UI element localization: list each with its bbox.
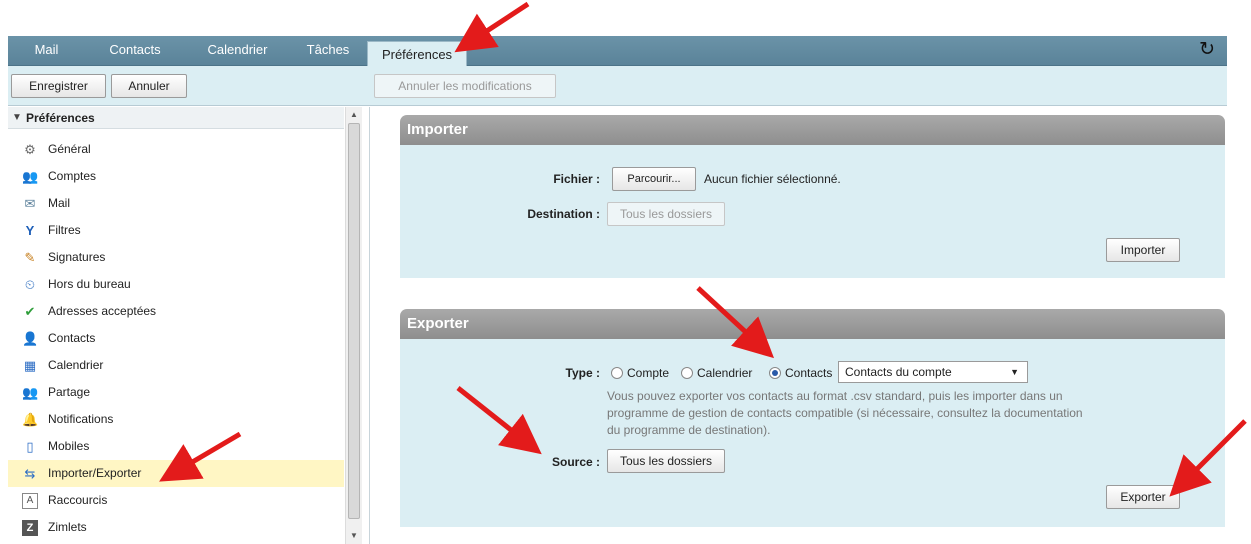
type-label: Type : bbox=[565, 366, 600, 380]
refresh-icon[interactable]: ↻ bbox=[1199, 39, 1215, 61]
sidebar-item-out-of-office[interactable]: ⏲ Hors du bureau bbox=[8, 271, 344, 298]
filter-icon: Y bbox=[25, 223, 35, 238]
save-button[interactable]: Enregistrer bbox=[11, 74, 106, 98]
import-panel-body: Fichier : Parcourir... Aucun fichier sél… bbox=[400, 145, 1225, 278]
sidebar-item-label: Filtres bbox=[48, 223, 81, 237]
keyboard-icon: A bbox=[22, 493, 38, 509]
sidebar-item-contacts[interactable]: 👤 Contacts bbox=[8, 325, 344, 352]
browse-button[interactable]: Parcourir... bbox=[612, 167, 696, 191]
help-line: du programme de destination). bbox=[607, 423, 771, 437]
destination-label: Destination : bbox=[527, 207, 600, 221]
sidebar-item-import-export[interactable]: ⇆ Importer/Exporter bbox=[8, 460, 344, 487]
sidebar-item-sharing[interactable]: 👥 Partage bbox=[8, 379, 344, 406]
import-export-icon: ⇆ bbox=[24, 466, 36, 481]
tab-preferences[interactable]: Préférences bbox=[367, 41, 467, 67]
app-tab-bar: Mail Contacts Calendrier Tâches Préféren… bbox=[8, 36, 1227, 67]
tab-mail[interactable]: Mail bbox=[8, 36, 85, 66]
contacts-format-select[interactable]: Contacts du compte ▼ bbox=[838, 361, 1028, 383]
collapse-triangle-icon[interactable]: ▼ bbox=[12, 107, 22, 129]
sidebar-scrollbar[interactable]: ▲ ▼ bbox=[345, 107, 362, 544]
import-panel-title: Importer bbox=[400, 115, 1225, 145]
envelope-icon: ✉ bbox=[24, 196, 36, 211]
mobile-icon: ▯ bbox=[26, 439, 34, 454]
out-of-office-icon: ⏲ bbox=[24, 277, 36, 292]
sidebar-item-label: Adresses acceptées bbox=[48, 304, 157, 318]
sidebar-item-signatures[interactable]: ✎ Signatures bbox=[8, 244, 344, 271]
toolbar: Enregistrer Annuler Annuler les modifica… bbox=[8, 66, 1227, 106]
export-panel-body: Type : Compte Calendrier Contacts Contac… bbox=[400, 339, 1225, 527]
sidebar-item-mobiles[interactable]: ▯ Mobiles bbox=[8, 433, 344, 460]
sidebar-item-label: Hors du bureau bbox=[48, 277, 131, 291]
file-label: Fichier : bbox=[553, 172, 600, 186]
sidebar-resize-handle[interactable] bbox=[370, 107, 374, 544]
tab-contacts[interactable]: Contacts bbox=[85, 36, 185, 66]
no-file-selected-text: Aucun fichier sélectionné. bbox=[704, 172, 841, 186]
person-icon: 👤 bbox=[22, 331, 39, 346]
chevron-down-icon: ▼ bbox=[1010, 367, 1019, 377]
sidebar-item-label: Partage bbox=[48, 385, 91, 399]
radio-contacts-label: Contacts bbox=[785, 366, 833, 380]
calendar-icon: ▦ bbox=[23, 358, 37, 373]
sidebar-item-label: Mobiles bbox=[48, 439, 90, 453]
sidebar-item-general[interactable]: ⚙ Général bbox=[8, 136, 344, 163]
scroll-down-arrow-icon[interactable]: ▼ bbox=[346, 529, 362, 543]
sidebar-item-mail[interactable]: ✉ Mail bbox=[8, 190, 344, 217]
radio-calendar-label: Calendrier bbox=[697, 366, 753, 380]
help-line: Vous pouvez exporter vos contacts au for… bbox=[607, 389, 1063, 403]
scrollbar-thumb[interactable] bbox=[348, 123, 360, 519]
sidebar-item-shortcuts[interactable]: A Raccourcis bbox=[8, 487, 344, 514]
help-line: programme de gestion de contacts compati… bbox=[607, 406, 1083, 420]
shield-check-icon: ✔ bbox=[24, 304, 36, 319]
sidebar-item-label: Signatures bbox=[48, 250, 106, 264]
radio-account[interactable] bbox=[611, 367, 623, 379]
tab-tasks[interactable]: Tâches bbox=[290, 36, 366, 66]
gear-icon: ⚙ bbox=[24, 142, 36, 157]
import-button[interactable]: Importer bbox=[1106, 238, 1180, 262]
sidebar-item-trusted-addresses[interactable]: ✔ Adresses acceptées bbox=[8, 298, 344, 325]
bell-icon: 🔔 bbox=[22, 412, 39, 427]
sidebar-item-label: Importer/Exporter bbox=[48, 466, 142, 480]
import-panel: Importer Fichier : Parcourir... Aucun fi… bbox=[400, 115, 1225, 278]
undo-changes-button[interactable]: Annuler les modifications bbox=[374, 74, 556, 98]
accounts-icon: 👥 bbox=[22, 169, 39, 184]
signature-icon: ✎ bbox=[24, 250, 36, 265]
sidebar-heading[interactable]: ▼ Préférences bbox=[8, 107, 344, 129]
sidebar-item-label: Raccourcis bbox=[48, 493, 108, 507]
sidebar-item-calendar[interactable]: ▦ Calendrier bbox=[8, 352, 344, 379]
sidebar-item-label: Général bbox=[48, 142, 91, 156]
sidebar-heading-label: Préférences bbox=[26, 111, 95, 125]
preferences-sidebar: ▼ Préférences ⚙ Général 👥 Comptes ✉ Mail… bbox=[8, 107, 370, 544]
export-help-text: Vous pouvez exporter vos contacts au for… bbox=[607, 388, 1167, 439]
scroll-up-arrow-icon[interactable]: ▲ bbox=[346, 108, 362, 122]
zimlet-icon: Z bbox=[22, 520, 38, 536]
sidebar-item-label: Mail bbox=[48, 196, 71, 210]
sidebar-item-accounts[interactable]: 👥 Comptes bbox=[8, 163, 344, 190]
export-panel-title: Exporter bbox=[400, 309, 1225, 339]
cancel-button[interactable]: Annuler bbox=[111, 74, 187, 98]
sidebar-item-filters[interactable]: Y Filtres bbox=[8, 217, 344, 244]
top-blank-strip bbox=[0, 0, 1251, 36]
radio-calendar[interactable] bbox=[681, 367, 693, 379]
sidebar-item-label: Calendrier bbox=[48, 358, 104, 372]
export-panel: Exporter Type : Compte Calendrier Contac… bbox=[400, 309, 1225, 527]
radio-contacts[interactable] bbox=[769, 367, 781, 379]
export-button[interactable]: Exporter bbox=[1106, 485, 1180, 509]
sidebar-item-zimlets[interactable]: Z Zimlets bbox=[8, 514, 344, 541]
sidebar-item-label: Comptes bbox=[48, 169, 97, 183]
destination-folder-button[interactable]: Tous les dossiers bbox=[607, 202, 725, 226]
radio-account-label: Compte bbox=[627, 366, 670, 380]
source-folder-button[interactable]: Tous les dossiers bbox=[607, 449, 725, 473]
sidebar-item-label: Contacts bbox=[48, 331, 96, 345]
tab-calendar[interactable]: Calendrier bbox=[185, 36, 290, 66]
sharing-icon: 👥 bbox=[22, 385, 39, 400]
sidebar-item-label: Zimlets bbox=[48, 520, 87, 534]
source-label: Source : bbox=[551, 455, 600, 469]
contacts-format-value: Contacts du compte bbox=[845, 365, 952, 379]
sidebar-item-notifications[interactable]: 🔔 Notifications bbox=[8, 406, 344, 433]
sidebar-item-label: Notifications bbox=[48, 412, 114, 426]
